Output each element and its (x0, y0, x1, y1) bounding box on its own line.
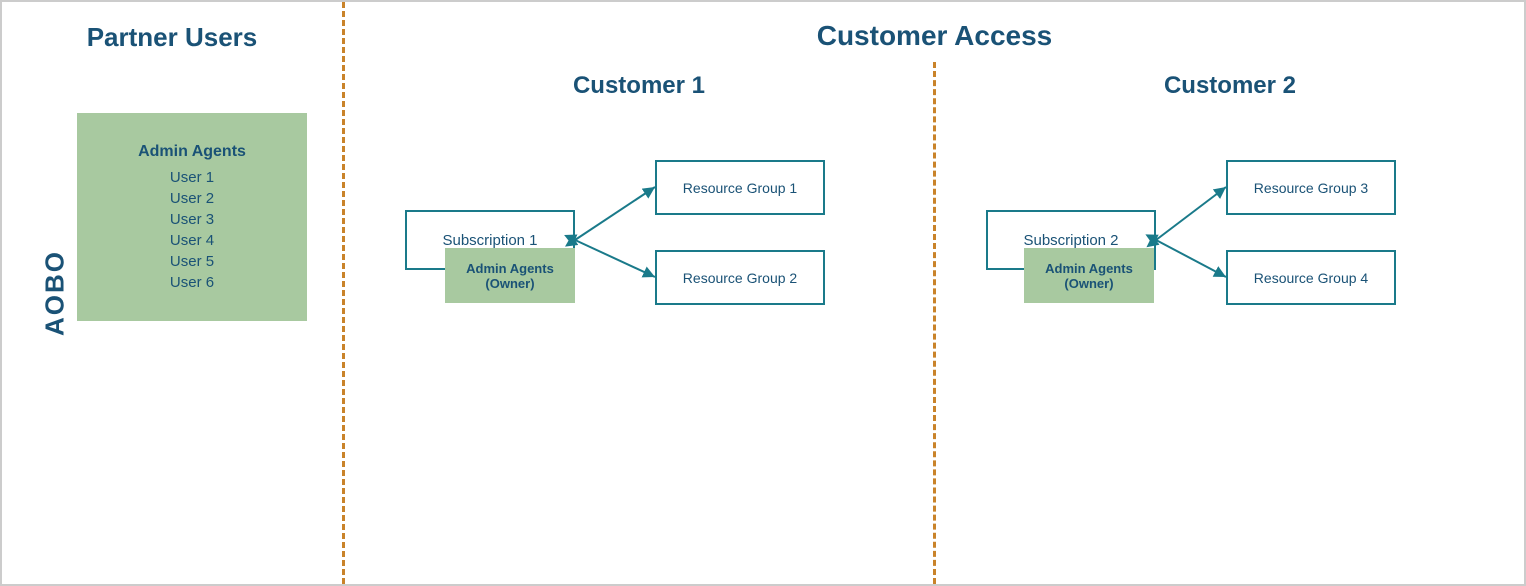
admin-agents-title: Admin Agents (138, 143, 246, 161)
admin-owner-2-box: Admin Agents(Owner) (1024, 248, 1154, 303)
resource-group-2-box: Resource Group 2 (655, 250, 825, 305)
diagram-container: Partner Users AOBO Admin Agents User 1 U… (0, 0, 1526, 586)
user-3: User 3 (170, 211, 214, 228)
admin-agents-users-list: User 1 User 2 User 3 User 4 User 5 User … (170, 169, 214, 291)
resource-group-4-box: Resource Group 4 (1226, 250, 1396, 305)
user-5: User 5 (170, 253, 214, 270)
customer-1-arrows (345, 130, 933, 584)
aobo-label: AOBO (40, 250, 71, 336)
customer-1-diagram: Subscription 1 Admin Agents(Owner) Resou… (345, 130, 933, 584)
customer-access-title: Customer Access (345, 2, 1524, 62)
partner-users-title: Partner Users (87, 22, 258, 53)
admin-owner-1-box: Admin Agents(Owner) (445, 248, 575, 303)
customer-2-section: Customer 2 Subscription 2 Admin Agents(O… (936, 62, 1524, 584)
customers-row: Customer 1 Subscription 1 Admin Agents(O… (345, 62, 1524, 584)
user-6: User 6 (170, 274, 214, 291)
partner-users-section: Partner Users AOBO Admin Agents User 1 U… (2, 2, 342, 584)
customer-1-title: Customer 1 (573, 72, 705, 100)
customer-2-diagram: Subscription 2 Admin Agents(Owner) Resou… (936, 130, 1524, 584)
user-1: User 1 (170, 169, 214, 186)
user-4: User 4 (170, 232, 214, 249)
resource-group-3-box: Resource Group 3 (1226, 160, 1396, 215)
customer-2-title: Customer 2 (1164, 72, 1296, 100)
admin-agents-box: Admin Agents User 1 User 2 User 3 User 4… (77, 113, 307, 321)
customer-1-section: Customer 1 Subscription 1 Admin Agents(O… (345, 62, 933, 584)
user-2: User 2 (170, 190, 214, 207)
resource-group-1-box: Resource Group 1 (655, 160, 825, 215)
customer-access-section: Customer Access Customer 1 Subscription … (345, 2, 1524, 584)
